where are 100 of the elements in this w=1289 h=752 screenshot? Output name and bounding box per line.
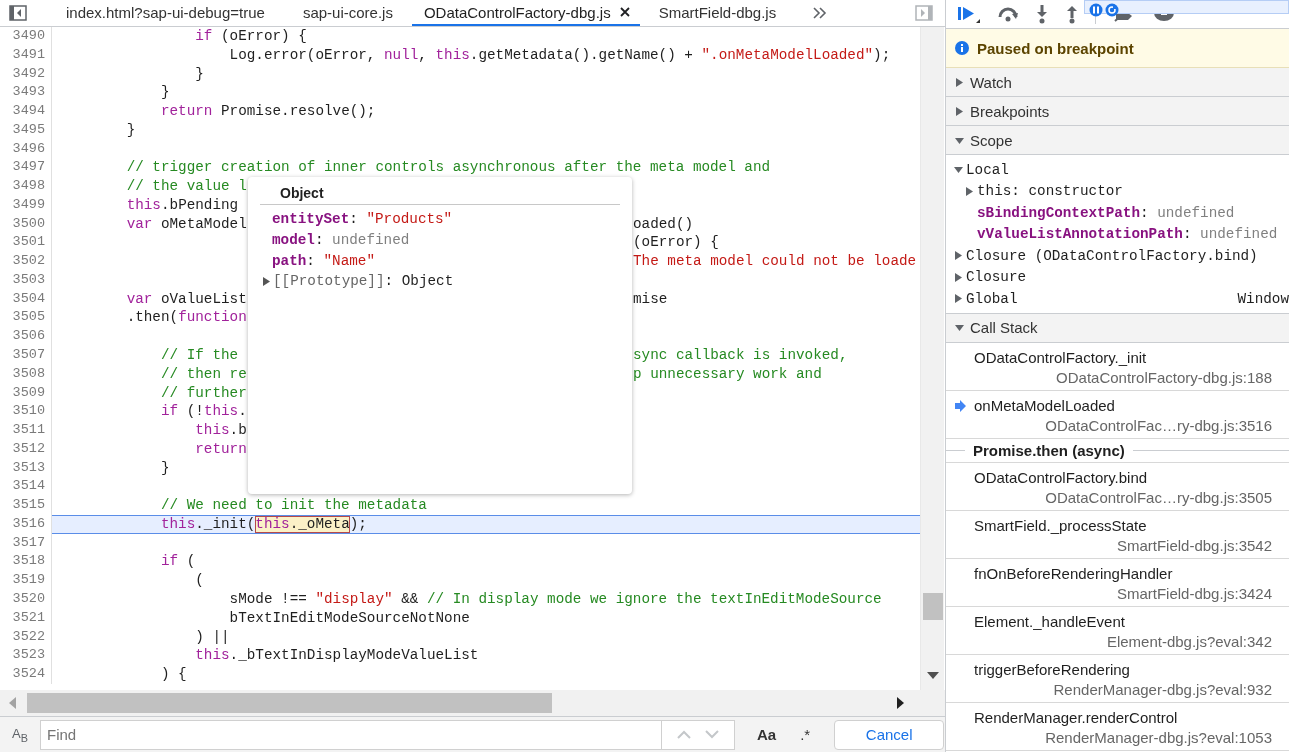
scope-name[interactable]: Closure (ODataControlFactory.bind) (966, 247, 1258, 264)
code-text: oaded() (633, 214, 694, 234)
triangle-icon[interactable] (954, 294, 963, 304)
frame-location[interactable]: Element-dbg.js?eval:342 (955, 632, 1272, 653)
line-number: 3514 (0, 477, 52, 497)
file-tab[interactable]: ODataControlFactory-dbg.js (411, 0, 640, 26)
refresh-icon[interactable] (1105, 3, 1119, 17)
file-tab[interactable]: SmartField-dbg.js (639, 0, 796, 26)
sidebar-toggle-icon[interactable] (915, 5, 933, 21)
cancel-button[interactable]: Cancel (834, 719, 945, 750)
triangle-icon[interactable] (954, 272, 963, 282)
scope-variable: this: constructor (977, 183, 1123, 200)
line-number: 3499 (0, 195, 52, 215)
close-icon[interactable] (619, 7, 630, 17)
triangle-icon[interactable] (965, 186, 974, 196)
triangle-icon[interactable] (262, 276, 271, 286)
line-number: 3507 (0, 346, 52, 365)
code-text: if (!this. (159, 402, 247, 422)
frame-location[interactable]: SmartField-dbg.js:3542 (955, 536, 1272, 557)
scope-name[interactable]: Global (966, 290, 1018, 307)
section-header[interactable]: Breakpoints (946, 97, 1289, 126)
object-property: path: "Name" (272, 252, 375, 269)
scope-value: Window (1237, 290, 1289, 307)
scrollbar-thumb[interactable] (27, 693, 552, 713)
more-tabs-icon[interactable] (813, 7, 828, 19)
triangle-icon (955, 77, 964, 87)
line-number: 3496 (0, 139, 52, 159)
frame-location[interactable]: SmartField-dbg.js:3424 (955, 584, 1272, 605)
code-text: sMode !== "display" && // In display mode we ignore the textInEditModeSource (228, 589, 882, 609)
resume-icon[interactable] (957, 4, 981, 24)
line-number: 3521 (0, 608, 52, 628)
object-property: model: undefined (272, 232, 410, 249)
section-header[interactable]: Watch (946, 68, 1289, 97)
scrollbar-thumb[interactable] (922, 593, 943, 620)
vertical-scrollbar[interactable] (920, 27, 944, 690)
code-text: .then(function (125, 308, 247, 328)
code-text: return Promise.resolve(); (159, 102, 376, 121)
frame-location[interactable]: ODataControlFac…ry-dbg.js:3516 (955, 416, 1272, 437)
frame-name[interactable]: onMetaModelLoaded (974, 397, 1115, 414)
code-text: ( (194, 571, 204, 590)
line-number: 3510 (0, 402, 52, 422)
frame-location[interactable]: ODataControlFactory-dbg.js:188 (955, 368, 1272, 389)
line-number: 3494 (0, 102, 52, 121)
line-number: 3490 (0, 27, 52, 46)
frame-location[interactable]: RenderManager-dbg.js?eval:932 (955, 680, 1272, 701)
code-text: } (159, 83, 170, 103)
line-number: 3519 (0, 571, 52, 590)
line-number: 3515 (0, 496, 52, 515)
pause-icon[interactable] (1089, 3, 1103, 17)
line-number: 3501 (0, 233, 52, 253)
code-text: ) || (194, 627, 230, 647)
line-number: 3508 (0, 364, 52, 384)
triangle-icon[interactable] (954, 165, 963, 175)
frame-location[interactable]: ODataControlFac…ry-dbg.js:3505 (955, 488, 1272, 509)
find-field[interactable]: Find (40, 719, 662, 750)
horizontal-scrollbar[interactable] (0, 690, 945, 716)
code-text: bTextInEditModeSourceNotNone (228, 608, 470, 628)
line-number: 3505 (0, 308, 52, 328)
triangle-icon (955, 323, 964, 332)
line-number: 3504 (0, 289, 52, 309)
line-number: 3512 (0, 439, 52, 459)
line-number: 3495 (0, 120, 52, 140)
step-out-icon[interactable] (1065, 4, 1079, 24)
step-over-icon[interactable] (997, 5, 1019, 23)
scope-name[interactable]: Closure (966, 269, 1027, 286)
triangle-icon[interactable] (954, 251, 963, 261)
code-text: this._bTextInDisplayModeValueList (194, 646, 479, 666)
line-number: 3524 (0, 665, 52, 684)
code-text: if (oError) { (194, 27, 307, 46)
file-tab[interactable]: sap-ui-core.js (283, 0, 412, 26)
code-text: sync callback is invoked, (633, 346, 848, 365)
section-header[interactable]: Scope (946, 126, 1289, 155)
code-text: p unnecessary work and (633, 364, 822, 384)
regex-button[interactable]: .* (794, 724, 817, 745)
line-number: 3511 (0, 421, 52, 440)
frame-name[interactable]: SmartField._processState (974, 517, 1147, 534)
line-number: 3522 (0, 627, 52, 647)
scope-variable: sBindingContextPath: undefined (977, 204, 1235, 221)
scroll-down-arrow-icon[interactable] (926, 672, 939, 680)
frame-name[interactable]: fnOnBeforeRenderingHandler (974, 565, 1173, 582)
info-icon (955, 41, 969, 55)
triangle-icon (955, 135, 964, 145)
frame-name[interactable]: Element._handleEvent (974, 613, 1125, 630)
scope-name[interactable]: Local (966, 161, 1009, 178)
section-header[interactable]: Call Stack (946, 313, 1289, 343)
frame-name[interactable]: ODataControlFactory._init (974, 349, 1147, 366)
line-number: 3500 (0, 214, 52, 234)
frame-name[interactable]: ODataControlFactory.bind (974, 469, 1148, 486)
match-case-button[interactable]: Aa (751, 724, 783, 745)
scroll-right-arrow-icon[interactable] (897, 697, 905, 709)
file-tab[interactable]: index.html?sap-ui-debug=true (47, 0, 284, 26)
sidebar-toggle-icon[interactable] (9, 5, 27, 21)
frame-name[interactable]: RenderManager.renderControl (974, 709, 1178, 726)
step-into-icon[interactable] (1035, 4, 1049, 24)
line-number: 3523 (0, 646, 52, 666)
replace-toggle[interactable]: A$_{B}$ (4, 725, 36, 744)
frame-name[interactable]: triggerBeforeRendering (974, 661, 1130, 678)
frame-location[interactable]: RenderManager-dbg.js?eval:1053 (955, 728, 1272, 749)
line-number: 3498 (0, 177, 52, 196)
code-text: if ( (159, 552, 196, 572)
